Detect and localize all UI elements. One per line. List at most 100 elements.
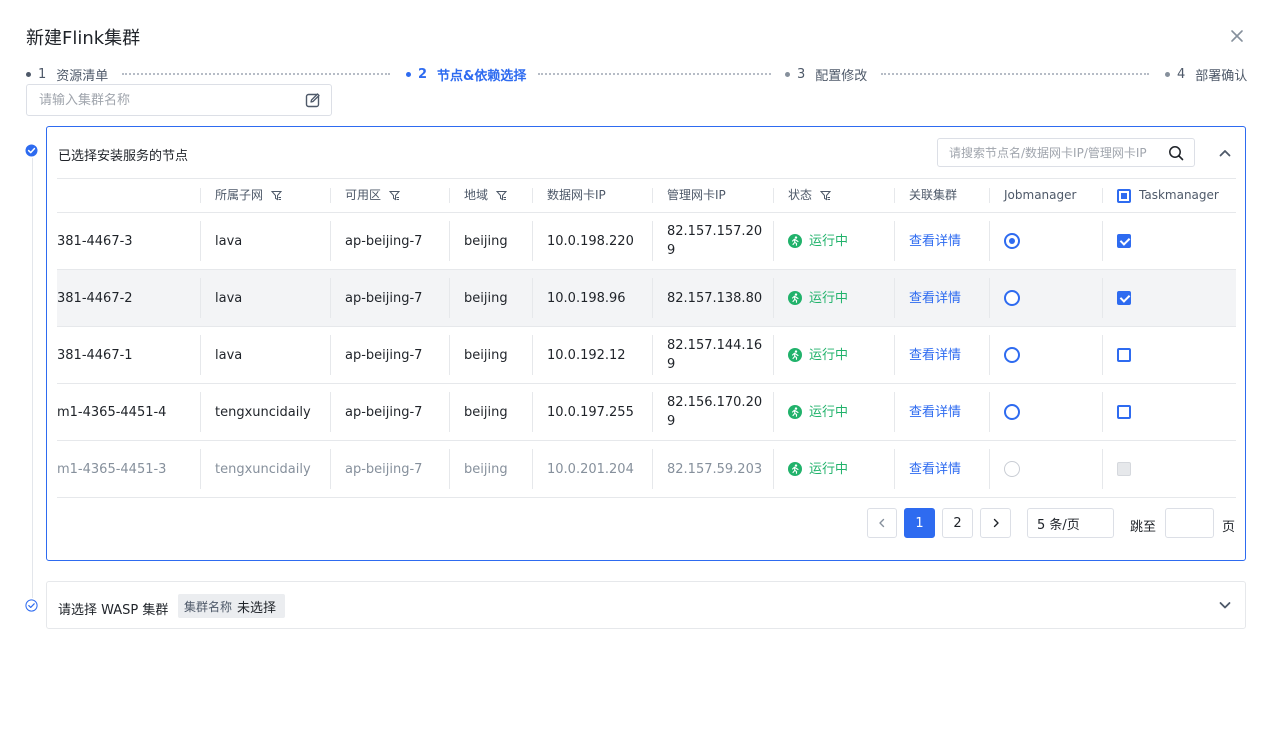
step-3[interactable]: 3 配置修改 — [785, 66, 867, 84]
view-details-link[interactable]: 查看详情 — [895, 441, 990, 497]
step-connector — [122, 73, 390, 75]
table-row[interactable]: 381-4467-2 lava ap-beijing-7 beijing 10.… — [57, 270, 1236, 327]
col-header-name — [57, 179, 201, 212]
subnet: lava — [201, 327, 331, 383]
jobmanager-radio[interactable] — [1004, 404, 1020, 420]
node-name: m1-4365-4451-3 — [57, 441, 201, 497]
status: 运行中 — [774, 270, 895, 326]
subnet: tengxuncidaily — [201, 384, 331, 440]
prev-page-button[interactable] — [867, 508, 897, 538]
timeline-line — [32, 158, 33, 598]
node-name: 381-4467-2 — [57, 270, 201, 326]
step-label: 资源清单 — [56, 68, 109, 84]
running-icon — [788, 348, 802, 362]
mgmt-ip: 82.157.144.169 — [653, 327, 774, 383]
col-header-mgmt-ip: 管理网卡IP — [653, 179, 774, 212]
edit-icon[interactable] — [305, 92, 321, 108]
mgmt-ip: 82.157.138.80 — [653, 270, 774, 326]
step-done-icon — [25, 144, 38, 157]
taskmanager-checkbox — [1117, 462, 1131, 476]
col-header-region: 地域 — [450, 179, 533, 212]
filter-icon[interactable] — [389, 190, 401, 201]
node-name: 381-4467-1 — [57, 327, 201, 383]
step-1[interactable]: 1 资源清单 — [26, 66, 109, 84]
jobmanager-radio[interactable] — [1004, 290, 1020, 306]
node-name: 381-4467-3 — [57, 213, 201, 269]
taskmanager-checkbox[interactable] — [1117, 348, 1131, 362]
table-row[interactable]: m1-4365-4451-4 tengxuncidaily ap-beijing… — [57, 384, 1236, 441]
page-1-button[interactable]: 1 — [904, 508, 935, 538]
step-2[interactable]: 2 节点&依赖选择 — [406, 66, 527, 84]
jobmanager-radio[interactable] — [1004, 347, 1020, 363]
wasp-panel[interactable]: 请选择 WASP 集群 集群名称 未选择 — [46, 581, 1246, 629]
table-row: m1-4365-4451-3 tengxuncidaily ap-beijing… — [57, 441, 1236, 498]
nodes-table: 所属子网 可用区 地域 数据网卡IP 管理网卡IP 状态 关联集群 Jobman… — [57, 178, 1236, 498]
filter-icon[interactable] — [496, 190, 508, 201]
search-icon[interactable] — [1168, 145, 1184, 161]
subnet: tengxuncidaily — [201, 441, 331, 497]
table-row[interactable]: 381-4467-3 lava ap-beijing-7 beijing 10.… — [57, 213, 1236, 270]
taskmanager-cell — [1103, 441, 1236, 497]
mgmt-ip: 82.157.59.203 — [653, 441, 774, 497]
jobmanager-radio — [1004, 461, 1020, 477]
region: beijing — [450, 270, 533, 326]
taskmanager-cell — [1103, 213, 1236, 269]
running-icon — [788, 405, 802, 419]
step-4[interactable]: 4 部署确认 — [1165, 66, 1248, 84]
filter-icon[interactable] — [820, 190, 832, 201]
cluster-name-field[interactable] — [26, 84, 332, 116]
chevron-up-icon[interactable] — [1218, 146, 1232, 160]
step-pending-icon — [25, 599, 38, 612]
jump-suffix: 页 — [1222, 520, 1236, 535]
node-search-input[interactable] — [949, 145, 1168, 160]
col-header-data-ip: 数据网卡IP — [533, 179, 653, 212]
taskmanager-checkbox[interactable] — [1117, 405, 1131, 419]
col-header-jobmanager: Jobmanager — [990, 179, 1103, 212]
jobmanager-radio[interactable] — [1004, 233, 1020, 249]
close-icon[interactable] — [1228, 27, 1246, 45]
table-row[interactable]: 381-4467-1 lava ap-beijing-7 beijing 10.… — [57, 327, 1236, 384]
zone: ap-beijing-7 — [331, 327, 450, 383]
zone: ap-beijing-7 — [331, 213, 450, 269]
jump-page-input[interactable] — [1165, 508, 1214, 538]
node-search-field[interactable] — [937, 138, 1195, 167]
chevron-down-icon[interactable] — [1218, 598, 1232, 612]
panel-title: 已选择安装服务的节点 — [58, 149, 189, 164]
chevron-right-icon — [993, 518, 999, 528]
taskmanager-checkbox[interactable] — [1117, 291, 1131, 305]
subnet: lava — [201, 270, 331, 326]
status: 运行中 — [774, 327, 895, 383]
jobmanager-cell — [990, 441, 1103, 497]
zone: ap-beijing-7 — [331, 384, 450, 440]
status: 运行中 — [774, 213, 895, 269]
region: beijing — [450, 213, 533, 269]
jobmanager-cell — [990, 213, 1103, 269]
page-2-button[interactable]: 2 — [942, 508, 973, 538]
page-size-select[interactable]: 5 条/页 — [1027, 508, 1114, 538]
view-details-link[interactable]: 查看详情 — [895, 270, 990, 326]
cluster-name-tag: 集群名称 未选择 — [178, 594, 286, 618]
wasp-panel-title: 请选择 WASP 集群 — [58, 603, 169, 618]
col-header-cluster: 关联集群 — [895, 179, 990, 212]
step-label: 部署确认 — [1195, 68, 1248, 84]
taskmanager-checkbox[interactable] — [1117, 234, 1131, 248]
view-details-link[interactable]: 查看详情 — [895, 327, 990, 383]
step-label: 节点&依赖选择 — [437, 68, 527, 84]
region: beijing — [450, 441, 533, 497]
running-icon — [788, 234, 802, 248]
data-ip: 10.0.192.12 — [533, 327, 653, 383]
next-page-button[interactable] — [980, 508, 1011, 538]
select-all-checkbox[interactable] — [1117, 188, 1131, 203]
view-details-link[interactable]: 查看详情 — [895, 213, 990, 269]
running-icon — [788, 291, 802, 305]
col-header-zone: 可用区 — [331, 179, 450, 212]
dialog-title: 新建Flink集群 — [26, 28, 141, 49]
filter-icon[interactable] — [271, 190, 283, 201]
status: 运行中 — [774, 441, 895, 497]
data-ip: 10.0.197.255 — [533, 384, 653, 440]
zone: ap-beijing-7 — [331, 441, 450, 497]
view-details-link[interactable]: 查看详情 — [895, 384, 990, 440]
data-ip: 10.0.201.204 — [533, 441, 653, 497]
mgmt-ip: 82.156.170.209 — [653, 384, 774, 440]
cluster-name-input[interactable] — [39, 92, 305, 108]
